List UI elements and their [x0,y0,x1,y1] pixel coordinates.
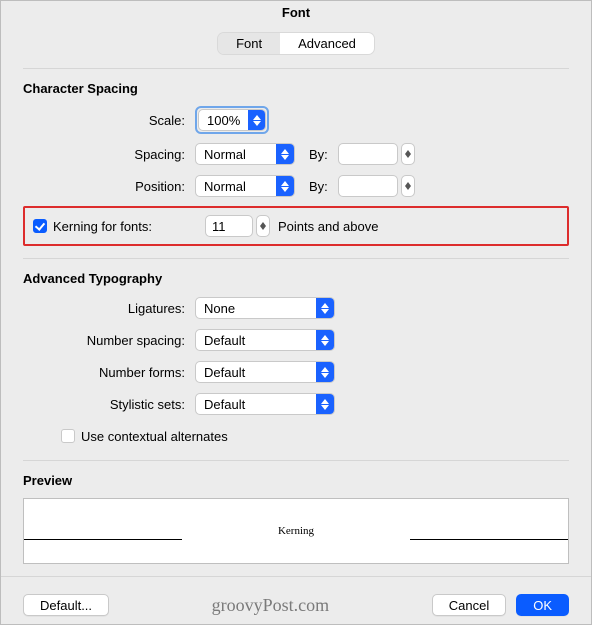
spacing-by-label: By: [309,147,328,162]
kerning-suffix: Points and above [278,219,378,234]
preview-section: Preview Kerning [23,460,569,564]
character-spacing-title: Character Spacing [23,81,569,96]
spacing-by-input[interactable] [338,143,398,165]
ligatures-label: Ligatures: [23,301,195,316]
tab-advanced[interactable]: Advanced [280,33,374,54]
chevron-updown-icon [248,110,265,130]
chevron-updown-icon [316,362,334,382]
position-label: Position: [23,179,195,194]
spacing-select[interactable]: Normal [195,143,295,165]
advanced-typography-title: Advanced Typography [23,271,569,286]
number-spacing-label: Number spacing: [23,333,195,348]
tab-font[interactable]: Font [218,33,280,54]
chevron-updown-icon [276,144,294,164]
font-dialog: Font Font Advanced Character Spacing Sca… [0,0,592,625]
contextual-alternates-label: Use contextual alternates [81,429,228,444]
kerning-highlight: Kerning for fonts: 11 Points and above [23,206,569,246]
advanced-typography-section: Advanced Typography Ligatures: None Numb… [23,258,569,448]
stylistic-sets-label: Stylistic sets: [23,397,195,412]
watermark: groovyPost.com [109,595,432,616]
preview-box: Kerning [23,498,569,564]
position-by-input[interactable] [338,175,398,197]
position-by-stepper[interactable] [401,175,415,197]
default-button[interactable]: Default... [23,594,109,616]
spacing-by-stepper[interactable] [401,143,415,165]
chevron-updown-icon [316,298,334,318]
dialog-footer: Default... groovyPost.com Cancel OK [23,594,569,616]
kerning-stepper[interactable] [256,215,270,237]
tab-bar: Font Advanced [23,33,569,54]
position-by-label: By: [309,179,328,194]
preview-sample: Kerning [278,525,314,537]
kerning-value-input[interactable]: 11 [205,215,253,237]
window-title: Font [1,1,591,25]
chevron-updown-icon [316,330,334,350]
position-select[interactable]: Normal [195,175,295,197]
cancel-button[interactable]: Cancel [432,594,506,616]
scale-label: Scale: [23,113,195,128]
chevron-updown-icon [316,394,334,414]
preview-title: Preview [23,473,569,488]
number-forms-select[interactable]: Default [195,361,335,383]
stylistic-sets-select[interactable]: Default [195,393,335,415]
number-forms-label: Number forms: [23,365,195,380]
scale-select[interactable]: 100% [198,109,266,131]
ok-button[interactable]: OK [516,594,569,616]
spacing-label: Spacing: [23,147,195,162]
character-spacing-section: Character Spacing Scale: 100% Spacing: [23,68,569,246]
kerning-checkbox[interactable] [33,219,47,233]
chevron-updown-icon [276,176,294,196]
kerning-label: Kerning for fonts: [53,219,152,234]
number-spacing-select[interactable]: Default [195,329,335,351]
contextual-alternates-checkbox[interactable] [61,429,75,443]
ligatures-select[interactable]: None [195,297,335,319]
